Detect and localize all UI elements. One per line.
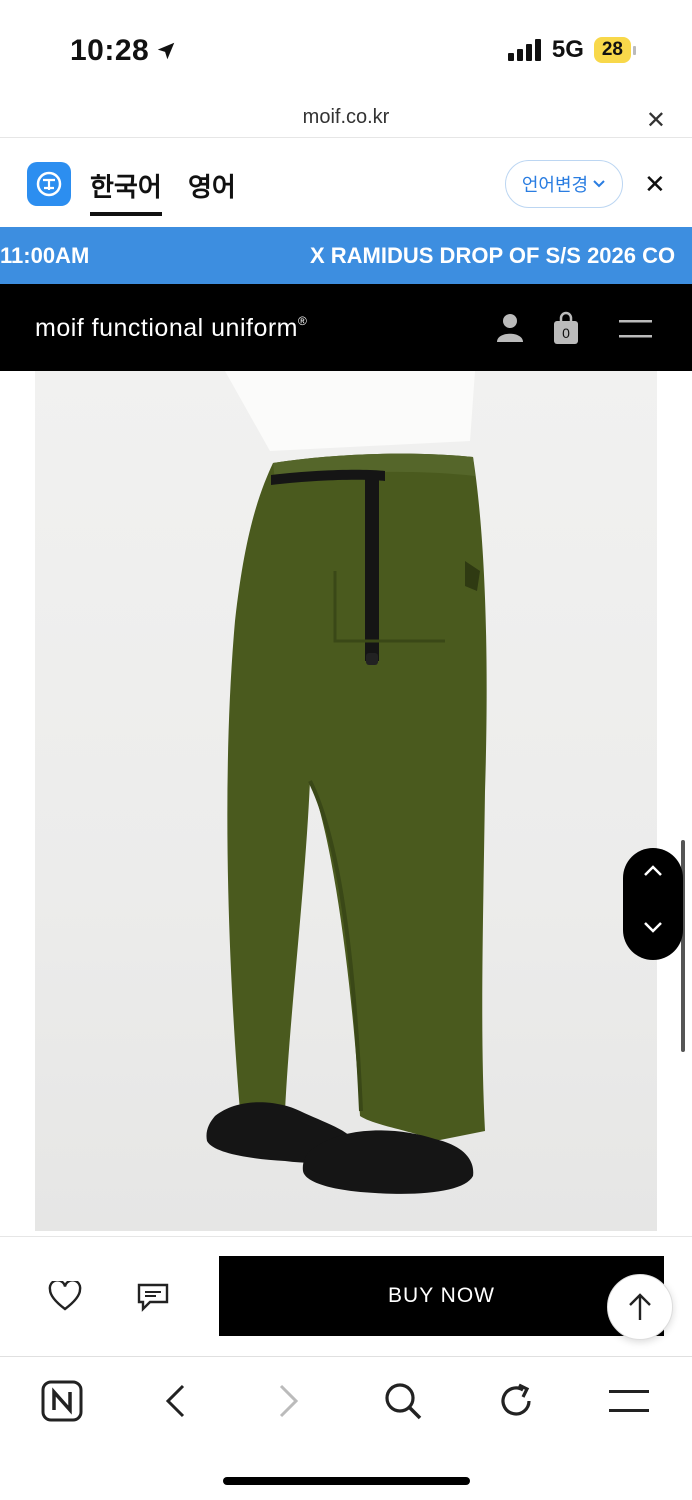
chevron-down-icon [593,180,605,188]
product-image [206,371,487,1194]
translate-logo-icon [27,162,71,206]
brand-logo[interactable]: moif functional uniform® [35,314,307,343]
user-icon[interactable] [496,312,524,347]
change-language-button[interactable]: 언어변경 [505,160,623,208]
battery-indicator: 28 [593,37,636,63]
product-image-area [0,371,692,1236]
arrow-up-icon [629,1293,651,1320]
menu-icon[interactable] [619,320,652,343]
tab-english[interactable]: 영어 [188,167,236,204]
buy-now-button[interactable]: BUY NOW [219,1256,664,1336]
announcement-left-text: 11:00AM [0,243,90,268]
clock-text: 10:28 [70,34,150,67]
browser-toolbar [0,1356,692,1500]
naver-home-icon[interactable] [40,1379,84,1423]
url-domain[interactable]: moif.co.kr [0,106,692,129]
back-icon[interactable] [153,1379,197,1423]
scroll-to-top-button[interactable] [607,1274,673,1340]
product-photo[interactable] [35,371,657,1231]
location-arrow-icon [157,42,175,60]
battery-level: 28 [593,37,631,63]
signal-icon [507,39,541,61]
network-type: 5G [551,36,584,63]
site-header: moif functional uniform® 0 [0,284,692,371]
wishlist-heart-icon[interactable] [48,1279,82,1316]
translate-bar: 한국어 영어 언어변경 ✕ [0,139,692,227]
battery-cap-icon [633,45,636,55]
cart-count: 0 [562,325,570,341]
announcement-banner[interactable]: 11:00AM X RAMIDUS DROP OF S/S 2026 CO [0,227,692,284]
close-icon[interactable]: ✕ [646,106,666,135]
tab-korean[interactable]: 한국어 [90,167,162,216]
brand-name: moif functional uniform [35,314,299,342]
scroll-nav-buttons [623,848,683,960]
status-indicators: 5G 28 [507,36,636,64]
menu-lines-icon[interactable] [607,1379,651,1423]
clock: 10:28 [70,34,177,68]
translate-close-icon[interactable]: ✕ [644,169,666,200]
url-bar[interactable]: moif.co.kr ✕ [0,100,692,138]
home-indicator[interactable] [223,1477,470,1485]
change-language-label: 언어변경 [521,175,589,195]
review-comment-icon[interactable] [136,1282,170,1317]
status-bar: 10:28 5G 28 [0,0,692,100]
purchase-action-bar: BUY NOW [0,1236,692,1356]
registered-mark: ® [298,314,308,328]
scroll-down-icon[interactable] [623,920,683,939]
announcement-right-text: X RAMIDUS DROP OF S/S 2026 CO [310,243,676,268]
refresh-icon[interactable] [494,1379,538,1423]
scroll-up-icon[interactable] [623,864,683,883]
cart-icon[interactable]: 0 [553,311,579,350]
forward-icon[interactable] [267,1379,311,1423]
search-icon[interactable] [381,1379,425,1423]
